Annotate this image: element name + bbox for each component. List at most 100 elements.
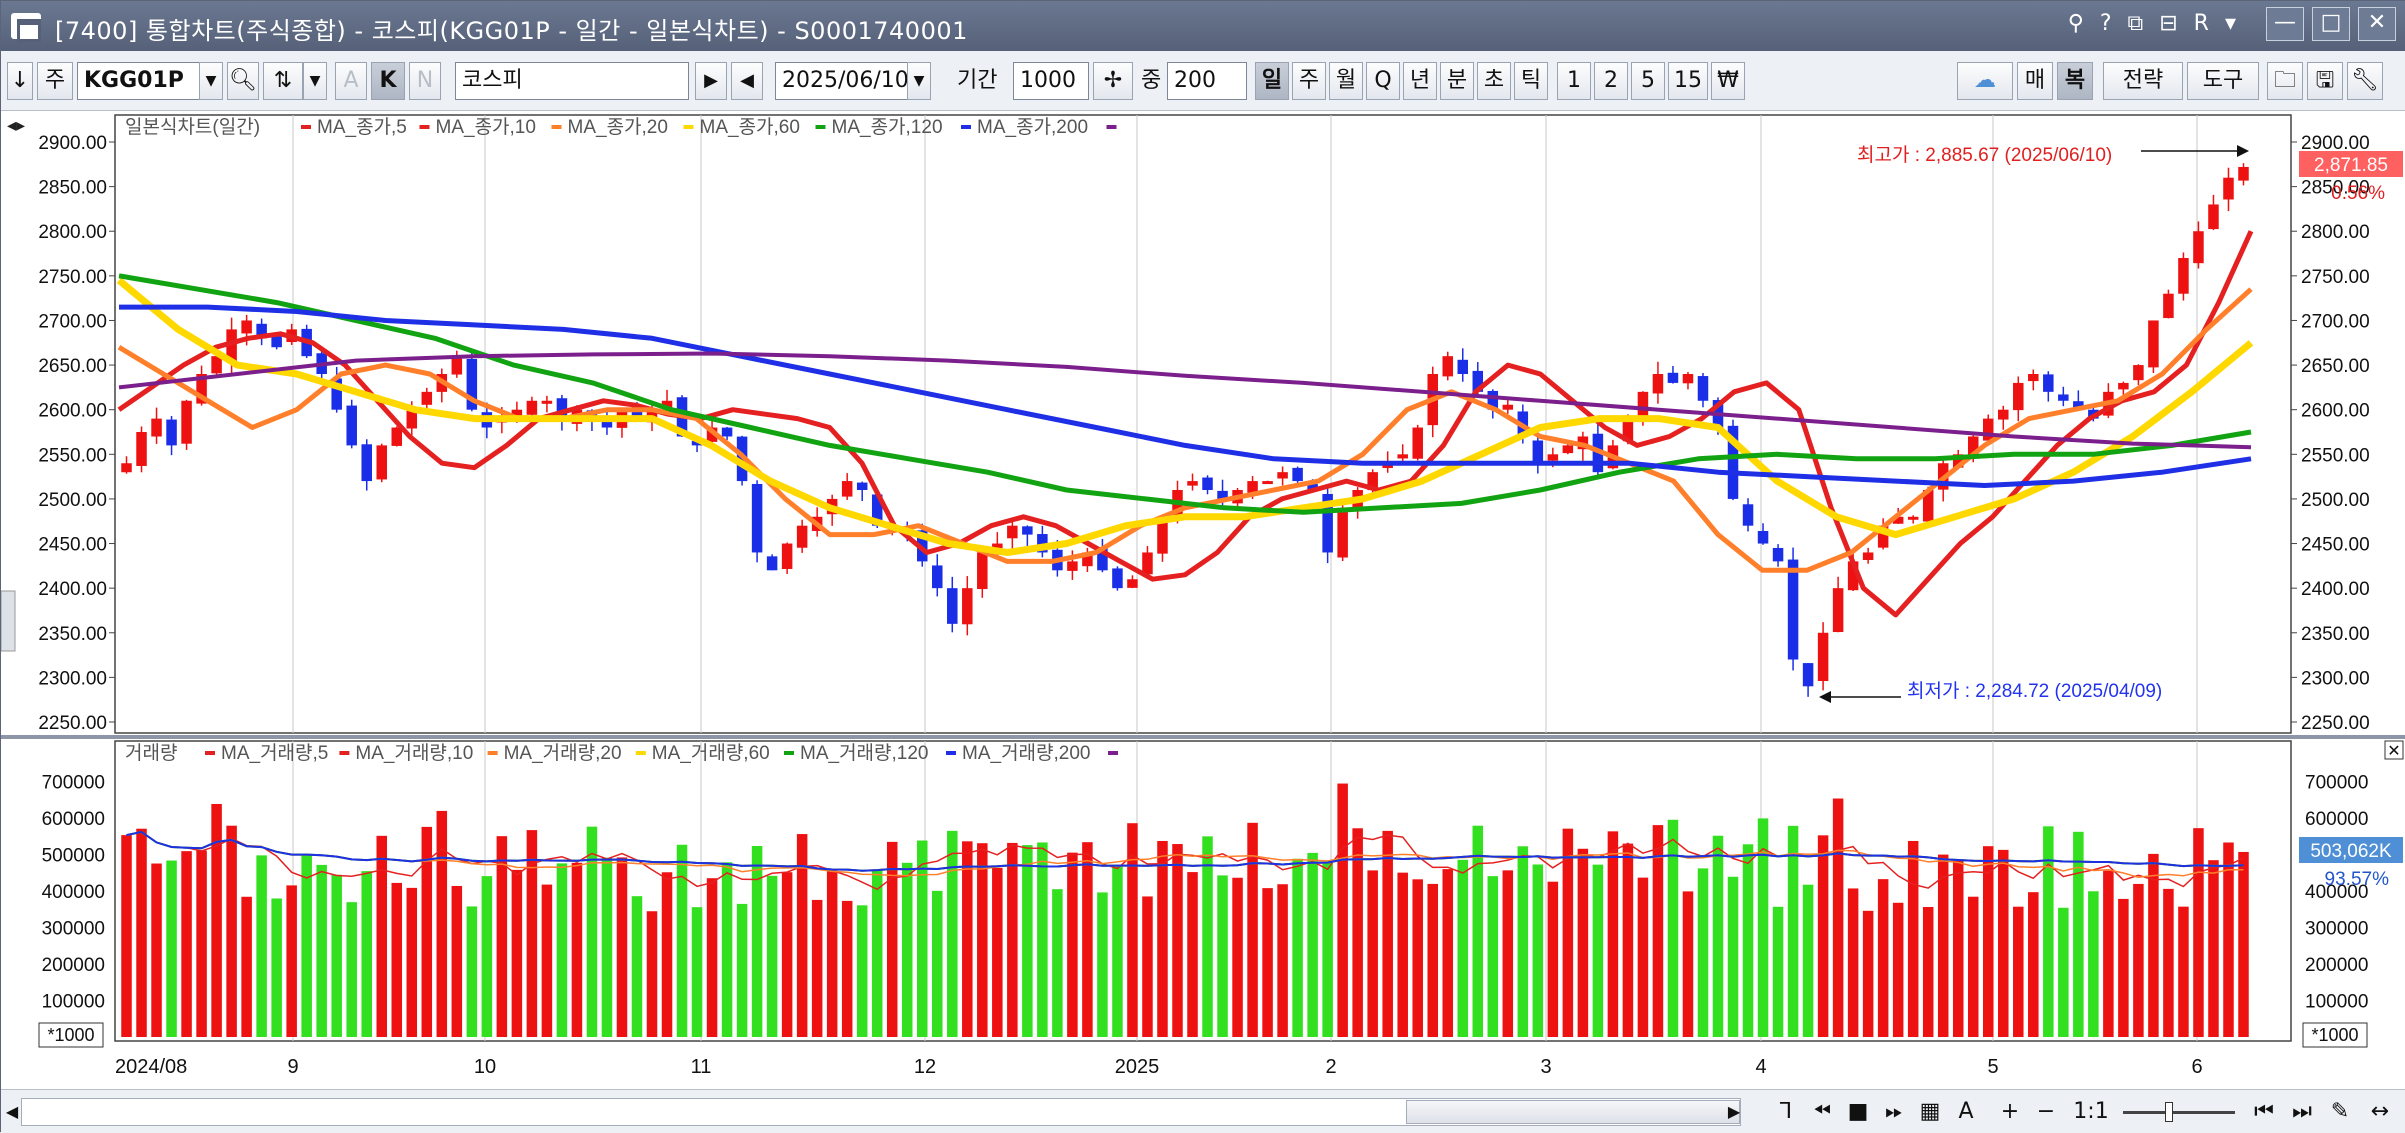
interval-1-button[interactable]: 1 xyxy=(1557,62,1591,100)
count-input[interactable]: 200 xyxy=(1167,62,1247,100)
cloud-icon[interactable]: ☁ xyxy=(1957,62,2013,100)
duplicate-button[interactable]: 복 xyxy=(2057,62,2093,100)
period-toggle-icon[interactable]: ⅂ xyxy=(1771,1096,1801,1128)
candle-body xyxy=(1187,481,1198,486)
forward-icon[interactable]: ⏩︎ xyxy=(1879,1096,1909,1128)
strategy-button[interactable]: 전략 xyxy=(2103,62,2183,100)
price-tick-left: 2350.00 xyxy=(38,624,107,645)
candle-body xyxy=(2223,177,2234,200)
chevron-down-icon[interactable]: ▼ xyxy=(199,62,223,100)
interval-year-button[interactable]: 년 xyxy=(1403,62,1437,100)
volume-bar xyxy=(601,857,613,1037)
search-icon[interactable]: 🔍︎ xyxy=(227,62,259,100)
split-icon[interactable]: ⊟ xyxy=(2159,11,2177,36)
tools-button[interactable]: 도구 xyxy=(2187,62,2259,100)
legend-label: MA_종가,120 xyxy=(832,116,943,138)
price-tick-right: 2500.00 xyxy=(2301,490,2370,511)
currency-button[interactable]: ₩ xyxy=(1711,62,1745,100)
crosshair-icon[interactable]: ✢ xyxy=(1093,62,1133,100)
volume-bar xyxy=(856,905,868,1037)
legend-swatch xyxy=(419,125,430,129)
volume-legend-label: MA_거래량,20 xyxy=(504,742,622,764)
code-type-button[interactable]: 주 xyxy=(37,62,73,100)
maximize-button[interactable]: □ xyxy=(2312,7,2350,41)
volume-legend-label: MA_거래량,200 xyxy=(962,742,1091,764)
volume-bar xyxy=(1187,872,1198,1037)
volume-bar xyxy=(706,878,718,1037)
folder-icon[interactable]: 🗀 xyxy=(2267,62,2303,100)
buy-button[interactable]: 매 xyxy=(2017,62,2053,100)
interval-5-button[interactable]: 5 xyxy=(1631,62,1665,100)
interval-tick-button[interactable]: 틱 xyxy=(1514,62,1548,100)
candle-body xyxy=(1862,552,1874,560)
volume-bar xyxy=(2193,828,2204,1037)
edit-icon[interactable]: ✎ xyxy=(2325,1096,2355,1128)
candle-body xyxy=(391,427,403,446)
volume-bar xyxy=(1412,879,1423,1037)
volume-bar xyxy=(1967,896,1979,1037)
volume-axis-right: 7000006000005000004000003000002000001000… xyxy=(2305,772,2368,1012)
interval-second-button[interactable]: 초 xyxy=(1477,62,1511,100)
candle-body xyxy=(856,482,868,490)
mode-k-button[interactable]: K xyxy=(371,62,405,100)
pin-icon[interactable]: ⚲ xyxy=(2068,11,2084,36)
sort-dropdown-icon[interactable]: ▼ xyxy=(303,62,327,100)
dock-icon[interactable]: ⧉ xyxy=(2128,11,2144,36)
rewind-icon[interactable]: ⏪︎ xyxy=(1807,1096,1837,1128)
first-page-icon[interactable]: ⏮︎ xyxy=(2249,1096,2279,1128)
last-page-icon[interactable]: ⏭︎ xyxy=(2287,1096,2317,1128)
volume-bar xyxy=(241,896,252,1037)
volume-bar xyxy=(962,841,973,1037)
side-collapse-handle[interactable] xyxy=(1,590,16,652)
prev-icon[interactable]: ◀ xyxy=(731,62,763,100)
minimize-button[interactable]: — xyxy=(2266,7,2304,41)
expand-left-icon[interactable]: ◂▸ xyxy=(7,115,25,136)
candle-body xyxy=(526,400,538,415)
menu-icon[interactable]: ▾ xyxy=(2225,11,2236,36)
volume-tick-left: 300000 xyxy=(42,918,105,939)
date-dropdown-icon[interactable]: ▼ xyxy=(907,62,931,100)
r-icon[interactable]: R xyxy=(2194,11,2209,36)
fit-icon[interactable]: ↔ xyxy=(2363,1096,2397,1128)
mode-a-button[interactable]: A xyxy=(335,62,367,100)
volume-bar xyxy=(271,898,282,1037)
zoom-out-icon[interactable]: − xyxy=(2031,1096,2061,1128)
symbol-name-input[interactable]: 코스피 xyxy=(455,62,689,100)
zoom-in-icon[interactable]: + xyxy=(1995,1096,2025,1128)
scroll-right-icon[interactable]: ▶ xyxy=(1725,1096,1743,1128)
candle-body xyxy=(2238,166,2249,181)
horizontal-scrollbar[interactable] xyxy=(21,1098,1741,1126)
table-icon[interactable]: ▦ xyxy=(1915,1096,1945,1128)
interval-month-button[interactable]: 월 xyxy=(1329,62,1363,100)
stop-icon[interactable]: ■ xyxy=(1843,1096,1873,1128)
interval-minute-button[interactable]: 분 xyxy=(1440,62,1474,100)
wrench-icon[interactable]: 🔧︎ xyxy=(2347,62,2383,100)
volume-bar xyxy=(1217,875,1228,1037)
interval-quarter-button[interactable]: Q xyxy=(1366,62,1400,100)
interval-day-button[interactable]: 일 xyxy=(1255,62,1289,100)
scroll-thumb[interactable] xyxy=(1406,1100,1740,1124)
period-input[interactable]: 1000 xyxy=(1013,62,1089,100)
scroll-left-icon[interactable]: ◀ xyxy=(3,1096,21,1128)
sort-icon[interactable]: ⇅ xyxy=(263,62,303,100)
text-tool-icon[interactable]: A xyxy=(1951,1096,1981,1128)
save-icon[interactable]: 🖫 xyxy=(2307,62,2343,100)
zoom-slider[interactable] xyxy=(2119,1096,2239,1128)
candle-body xyxy=(977,552,988,590)
interval-week-button[interactable]: 주 xyxy=(1292,62,1326,100)
candle-body xyxy=(1247,481,1258,493)
volume-bar xyxy=(1712,835,1724,1037)
next-icon[interactable]: ▶ xyxy=(695,62,727,100)
candle-body xyxy=(421,391,433,405)
interval-2-button[interactable]: 2 xyxy=(1594,62,1628,100)
mode-n-button[interactable]: N xyxy=(409,62,441,100)
help-icon[interactable]: ? xyxy=(2100,11,2112,36)
close-button[interactable]: ✕ xyxy=(2358,7,2396,41)
x-axis-label: 4 xyxy=(1755,1056,1766,1078)
candle-body xyxy=(361,444,372,482)
chart-area[interactable]: 2900.00 2850.00 2800.00 2750.00 2700.00 2650.… xyxy=(1,111,2405,1089)
price-tick-left: 2850.00 xyxy=(38,178,107,199)
volume-bar xyxy=(511,869,523,1037)
interval-15-button[interactable]: 15 xyxy=(1668,62,1708,100)
sort-down-icon[interactable]: ↓ xyxy=(7,62,33,100)
